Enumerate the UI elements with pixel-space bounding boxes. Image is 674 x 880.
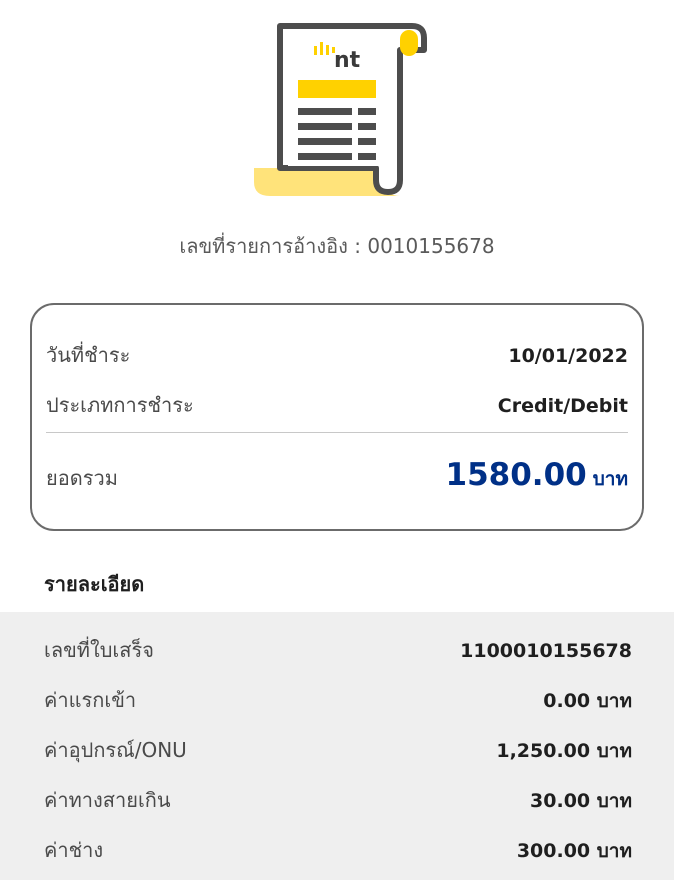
details-list: เลขที่ใบเสร็จ 1100010155678 ค่าแรกเข้า 0… [0,612,674,880]
detail-value: 300.00 บาท [516,840,632,862]
details-title: รายละเอียด [44,572,145,596]
payment-summary-card: วันที่ชำระ 10/01/2022 ประเภทการชำระ Cred… [30,303,644,531]
total-value: 1580.00 [445,457,587,493]
detail-label: ค่าช่าง [44,838,104,862]
payment-date-label: วันที่ชำระ [46,343,131,367]
payment-date-row: วันที่ชำระ 10/01/2022 [46,339,628,371]
list-item: ค่าแรกเข้า 0.00 บาท [44,684,632,716]
detail-label: ค่าแรกเข้า [44,688,137,712]
payment-type-label: ประเภทการชำระ [46,393,194,417]
payment-date-value: 10/01/2022 [508,345,628,367]
reference-number: เลขที่รายการอ้างอิง : 0010155678 [179,234,495,258]
payment-type-row: ประเภทการชำระ Credit/Debit [46,389,628,421]
list-item: ค่าอุปกรณ์/ONU 1,250.00 บาท [44,734,632,766]
brand-logo-text: nt [334,48,361,73]
total-row: ยอดรวม 1580.00 บาท [46,457,628,494]
total-label: ยอดรวม [46,466,118,490]
total-unit: บาท [592,468,628,490]
detail-value: 1,250.00 บาท [496,740,632,762]
summary-divider [46,432,628,433]
detail-label: เลขที่ใบเสร็จ [44,638,154,662]
list-item: เลขที่ใบเสร็จ 1100010155678 [44,634,632,666]
receipt-icon: nt [250,18,430,200]
detail-label: ค่าทางสายเกิน [44,788,171,812]
list-item: ค่าทางสายเกิน 30.00 บาท [44,784,632,816]
detail-value: 30.00 บาท [530,790,632,812]
payment-type-value: Credit/Debit [497,395,628,417]
detail-value: 1100010155678 [460,640,632,662]
detail-value: 0.00 บาท [543,690,632,712]
total-amount: 1580.00 บาท [446,457,628,494]
list-item: ค่าช่าง 300.00 บาท [44,834,632,866]
detail-label: ค่าอุปกรณ์/ONU [44,738,187,762]
